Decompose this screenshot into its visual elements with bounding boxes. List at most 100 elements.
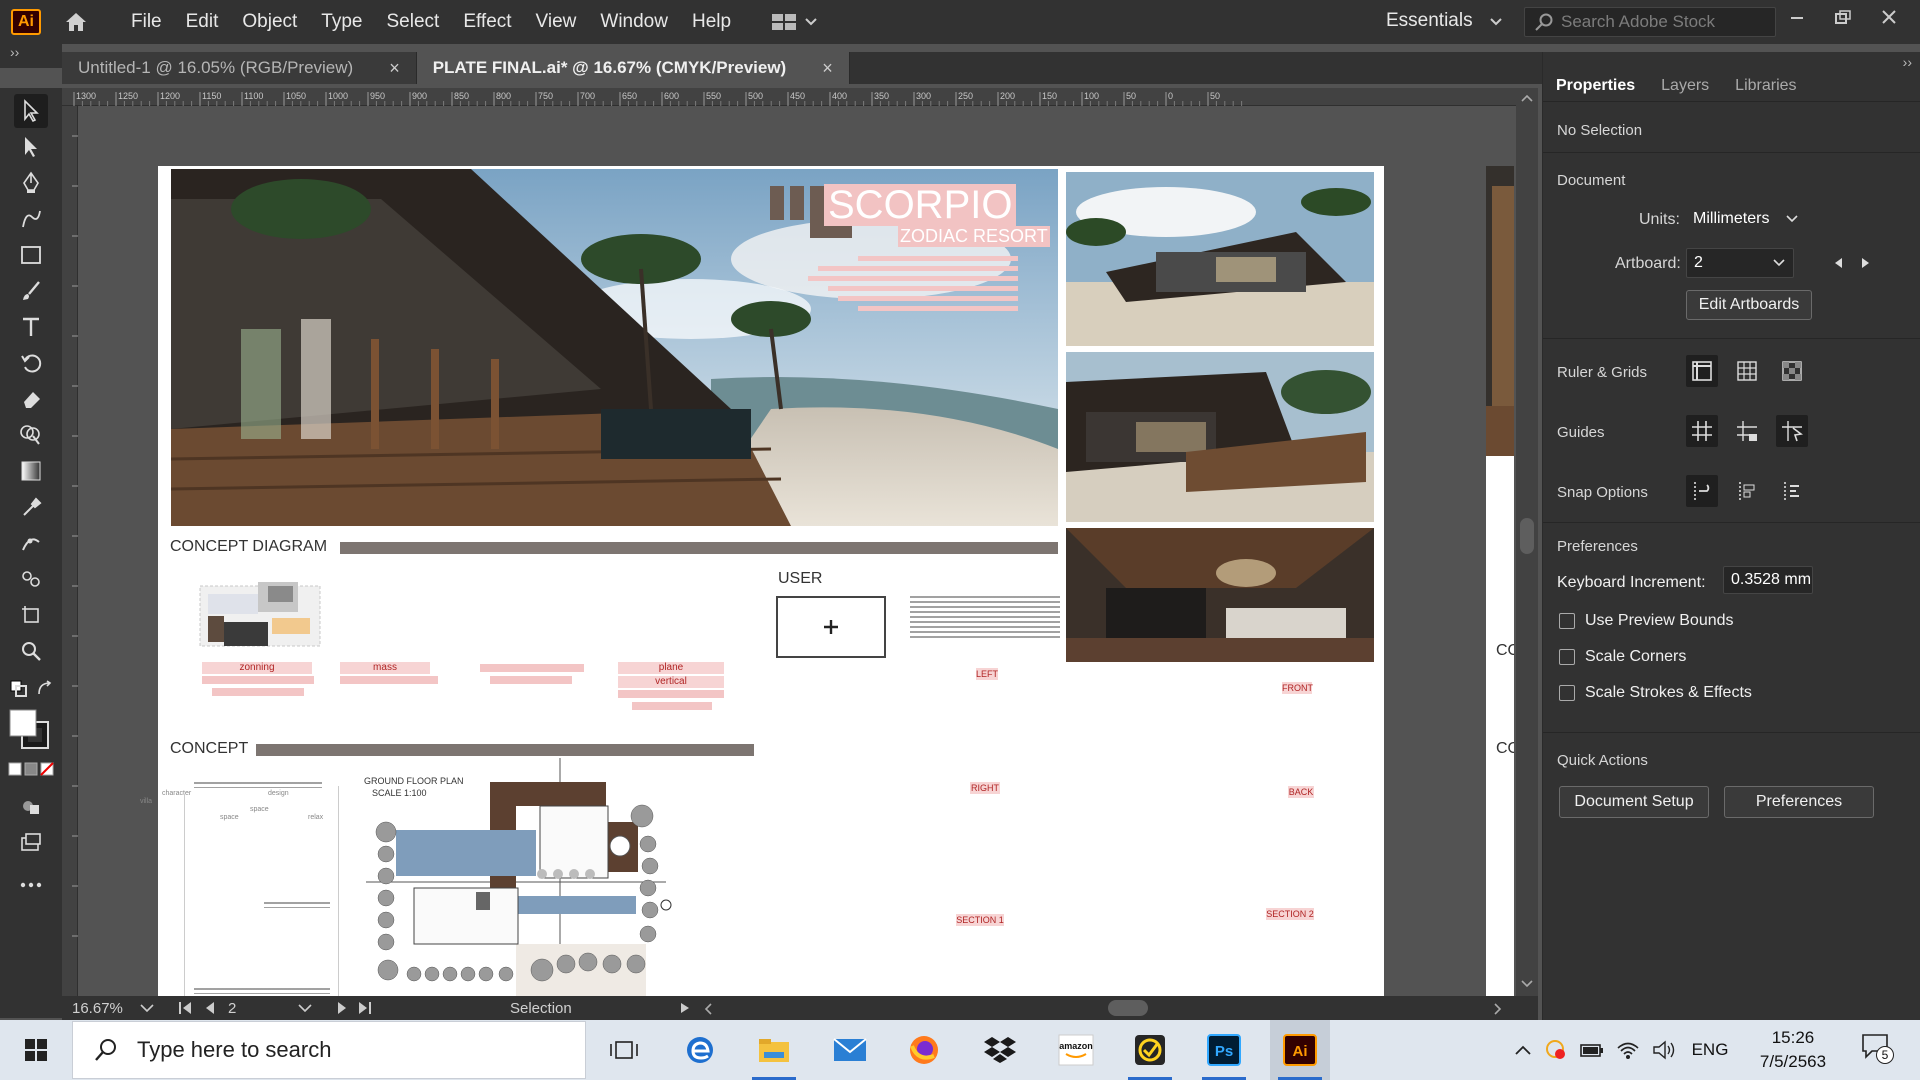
zoom-level[interactable]: 16.67% <box>62 1000 126 1017</box>
next-artboard-icon[interactable] <box>336 1001 348 1015</box>
view-label-front[interactable]: FRONT <box>1282 682 1313 694</box>
smart-guides-icon[interactable] <box>1776 415 1808 447</box>
symbol-sprayer-tool-icon[interactable] <box>14 562 48 596</box>
concept-heading-2[interactable]: CONCEPT <box>1496 642 1514 660</box>
render-exterior-1[interactable] <box>1066 172 1374 346</box>
norton-alert-icon[interactable] <box>1538 1039 1574 1061</box>
next-artboard-icon[interactable] <box>1861 257 1871 269</box>
view-label-section-2[interactable]: SECTION 2 <box>1266 908 1314 920</box>
menu-type[interactable]: Type <box>309 11 374 33</box>
grid-toggle-icon[interactable] <box>1731 355 1763 387</box>
user-placeholder[interactable] <box>776 596 886 658</box>
menu-file[interactable]: File <box>119 11 174 33</box>
paintbrush-tool-icon[interactable] <box>14 274 48 308</box>
user-label[interactable]: USER <box>778 570 822 588</box>
wifi-icon[interactable] <box>1610 1040 1646 1060</box>
color-mode-icons[interactable] <box>8 760 54 778</box>
canvas[interactable]: SCORPIO ZODIAC RESORT CONCEPT DIAGRAM zo… <box>78 106 1514 996</box>
action-center-button[interactable]: 5 <box>1860 1032 1900 1068</box>
rectangle-tool-icon[interactable] <box>14 238 48 272</box>
close-icon[interactable]: × <box>389 58 400 79</box>
dropbox-icon[interactable] <box>970 1020 1030 1080</box>
pen-tool-icon[interactable] <box>14 166 48 200</box>
diagram-note-mass[interactable]: mass <box>340 662 430 674</box>
start-button[interactable] <box>0 1020 72 1080</box>
language-indicator[interactable]: ENG <box>1682 1040 1738 1060</box>
menu-effect[interactable]: Effect <box>451 11 523 33</box>
zoom-tool-icon[interactable] <box>14 634 48 668</box>
chevron-down-icon[interactable] <box>298 1004 312 1012</box>
render-interior[interactable] <box>1066 528 1374 662</box>
illustrator-taskbar-icon[interactable]: Ai <box>1270 1020 1330 1080</box>
draw-mode-icon[interactable] <box>14 790 48 824</box>
firefox-icon[interactable] <box>894 1020 954 1080</box>
task-view-icon[interactable] <box>594 1020 654 1080</box>
subtitle-text[interactable]: ZODIAC RESORT <box>898 226 1050 247</box>
menu-edit[interactable]: Edit <box>174 11 231 33</box>
menu-help[interactable]: Help <box>680 11 743 33</box>
workspace-switcher[interactable]: Essentials <box>1386 10 1502 32</box>
menu-select[interactable]: Select <box>375 11 452 33</box>
fill-stroke-swatch[interactable] <box>8 708 52 752</box>
scale-corners-checkbox[interactable]: Scale Corners <box>1559 648 1686 666</box>
view-label-left[interactable]: LEFT <box>976 668 998 680</box>
diagram-note-zonning[interactable]: zonning <box>202 662 312 674</box>
taskbar-search-box[interactable]: Type here to search <box>72 1021 586 1079</box>
transparency-grid-icon[interactable] <box>1776 355 1808 387</box>
previous-artboard-icon[interactable] <box>1833 257 1843 269</box>
view-label-back[interactable]: BACK <box>1288 786 1314 798</box>
tab-properties[interactable]: Properties <box>1543 70 1648 101</box>
menu-view[interactable]: View <box>524 11 589 33</box>
close-icon[interactable]: × <box>822 58 833 79</box>
direct-selection-tool-icon[interactable] <box>14 130 48 164</box>
ground-floor-plan[interactable] <box>366 758 706 996</box>
concept-diagram-heading[interactable]: CONCEPT DIAGRAM <box>170 538 327 556</box>
zoning-diagram[interactable] <box>198 576 322 650</box>
vertical-ruler[interactable] <box>62 106 78 996</box>
tab-layers[interactable]: Layers <box>1648 70 1722 101</box>
view-label-right[interactable]: RIGHT <box>970 782 1000 794</box>
restore-icon[interactable] <box>1832 6 1854 28</box>
horizontal-scroll-thumb[interactable] <box>1108 1000 1148 1016</box>
swap-colors-icon[interactable] <box>34 678 56 700</box>
eraser-tool-icon[interactable] <box>14 382 48 416</box>
home-icon[interactable] <box>63 9 89 35</box>
horizontal-scrollbar[interactable] <box>704 998 1504 1018</box>
panel-collapse-icon[interactable]: ›› <box>1903 54 1912 70</box>
units-dropdown[interactable]: Millimeters <box>1686 205 1804 233</box>
artboard-number-field[interactable]: 2 <box>228 1000 298 1017</box>
snap-to-glyph-icon[interactable] <box>1776 475 1808 507</box>
document-setup-button[interactable]: Document Setup <box>1559 786 1709 818</box>
taskbar-clock[interactable]: 15:26 7/5/2563 <box>1738 1026 1848 1074</box>
edit-artboards-button[interactable]: Edit Artboards <box>1686 290 1812 320</box>
eyedropper-tool-icon[interactable] <box>14 490 48 524</box>
horizontal-ruler[interactable]: 1300 1250 1200 1150 1100 1050 1000 950 900 850 800… <box>62 88 1516 106</box>
hero-render-image-2[interactable] <box>1486 166 1514 456</box>
selection-tool-icon[interactable] <box>14 94 48 128</box>
first-artboard-icon[interactable] <box>178 1001 192 1015</box>
lock-guides-icon[interactable] <box>1731 415 1763 447</box>
search-adobe-stock-input[interactable]: Search Adobe Stock <box>1524 7 1776 37</box>
use-preview-bounds-checkbox[interactable]: Use Preview Bounds <box>1559 612 1734 630</box>
scroll-down-icon[interactable] <box>1521 980 1533 988</box>
checkbox-box[interactable] <box>1559 649 1575 665</box>
status-menu-icon[interactable] <box>680 1002 690 1014</box>
minimize-icon[interactable] <box>1786 6 1808 28</box>
artboard-2[interactable]: SCORPIO ZODIAC RESORT CONCEPT DIAGRAM zo… <box>140 166 1384 996</box>
artboard-3[interactable]: CONCEPT CONCEPT <box>1486 166 1514 996</box>
chevron-down-icon[interactable] <box>140 1004 154 1012</box>
render-exterior-2[interactable] <box>1066 352 1374 522</box>
type-tool-icon[interactable] <box>14 310 48 344</box>
curvature-tool-icon[interactable] <box>14 202 48 236</box>
previous-artboard-icon[interactable] <box>204 1001 216 1015</box>
snap-to-pixel-icon[interactable] <box>1731 475 1763 507</box>
volume-icon[interactable] <box>1646 1040 1682 1060</box>
photoshop-icon[interactable]: Ps <box>1194 1020 1254 1080</box>
vertical-scroll-thumb[interactable] <box>1520 518 1534 554</box>
diagram-note-vertical[interactable]: vertical <box>618 676 724 688</box>
rulers-toggle-icon[interactable] <box>1686 355 1718 387</box>
checkbox-box[interactable] <box>1559 685 1575 701</box>
battery-icon[interactable] <box>1574 1042 1610 1058</box>
shape-builder-tool-icon[interactable] <box>14 418 48 452</box>
checkbox-box[interactable] <box>1559 613 1575 629</box>
